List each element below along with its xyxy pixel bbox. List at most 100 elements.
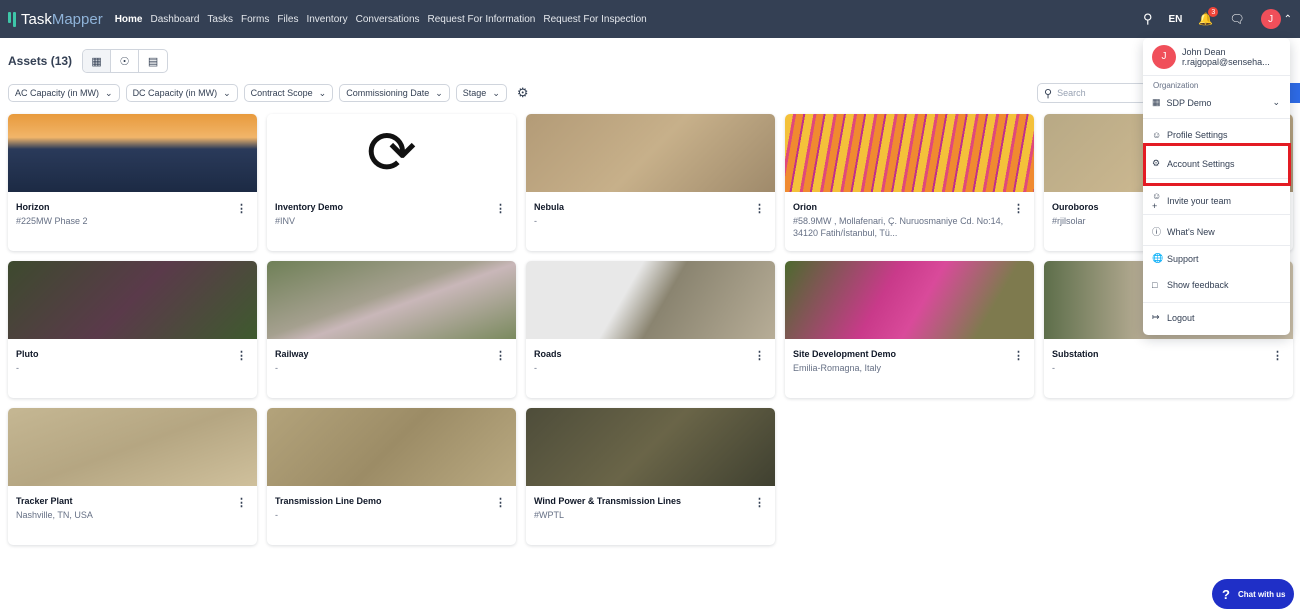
more-options-icon[interactable]: ⋮ — [1272, 349, 1283, 362]
chevron-up-icon: ⌃ — [1283, 13, 1292, 25]
more-options-icon[interactable]: ⋮ — [754, 349, 765, 362]
filter-contract-scope[interactable]: Contract Scope ⌄ — [243, 84, 334, 102]
asset-card[interactable]: Tracker Plant Nashville, TN, USA ⋮ — [8, 408, 257, 545]
search-placeholder: Search — [1057, 88, 1086, 98]
asset-description: #58.9MW , Mollafenari, Ç. Nuruosmaniye C… — [793, 216, 1004, 238]
asset-name: Site Development Demo — [793, 349, 897, 359]
more-options-icon[interactable]: ⋮ — [495, 202, 506, 215]
asset-thumbnail: ⟳ — [267, 114, 516, 192]
table-view-button[interactable]: ▤ — [139, 50, 167, 72]
map-view-button[interactable]: ☉ — [111, 50, 140, 72]
chevron-down-icon: ⌄ — [318, 87, 327, 98]
logo[interactable]: TaskMapper — [8, 11, 103, 28]
view-toggle: ▦ ☉ ▤ — [82, 49, 169, 73]
asset-card[interactable]: Roads - ⋮ — [526, 261, 775, 398]
invite-user-icon: ☺+ — [1152, 191, 1162, 211]
filter-dc-capacity-in-mw-[interactable]: DC Capacity (in MW) ⌄ — [125, 84, 238, 102]
asset-name: Orion — [793, 202, 817, 212]
asset-card[interactable]: Orion #58.9MW , Mollafenari, Ç. Nuruosman… — [785, 114, 1034, 251]
filter-stage[interactable]: Stage ⌄ — [455, 84, 507, 102]
asset-thumbnail — [8, 408, 257, 486]
asset-card[interactable]: Pluto - ⋮ — [8, 261, 257, 398]
asset-name: Nebula — [534, 202, 565, 212]
menu-item-what-s-new[interactable]: ⓘ What's New — [1152, 225, 1215, 238]
notifications-button[interactable]: 🔔 3 — [1198, 7, 1219, 26]
asset-description: #INV — [275, 216, 296, 226]
asset-thumbnail — [785, 114, 1034, 192]
nav-forms[interactable]: Forms — [241, 14, 269, 25]
asset-card[interactable]: Site Development Demo Emilia-Romagna, Ita… — [785, 261, 1034, 398]
asset-description: - — [275, 510, 278, 520]
more-options-icon[interactable]: ⋮ — [236, 202, 247, 215]
divider — [1143, 302, 1290, 303]
search-icon[interactable]: ⚲ — [1143, 11, 1153, 27]
asset-card[interactable]: Transmission Line Demo - ⋮ — [267, 408, 516, 545]
language-button[interactable]: EN — [1169, 14, 1183, 25]
user-menu-button[interactable]: J ⌃ — [1260, 9, 1292, 29]
menu-item-label: What's New — [1167, 226, 1215, 237]
page-title: Assets (13) — [8, 54, 73, 68]
asset-description: - — [1052, 363, 1055, 373]
logout-icon: ↦ — [1152, 312, 1160, 322]
divider — [1143, 214, 1290, 215]
filter-label: DC Capacity (in MW) — [132, 88, 218, 98]
asset-card[interactable]: Wind Power & Transmission Lines #WPTL ⋮ — [526, 408, 775, 545]
avatar: J — [1260, 9, 1281, 29]
asset-card[interactable]: Railway - ⋮ — [267, 261, 516, 398]
asset-thumbnail — [8, 261, 257, 339]
asset-card[interactable]: Horizon #225MW Phase 2 ⋮ — [8, 114, 257, 251]
chevron-down-icon: ⌄ — [223, 87, 231, 98]
help-icon: ? — [1222, 586, 1230, 602]
filter-label: Contract Scope — [250, 88, 313, 98]
more-options-icon[interactable]: ⋮ — [236, 349, 247, 362]
search-input[interactable]: ⚲ Search — [1037, 83, 1147, 103]
nav-tasks[interactable]: Tasks — [207, 14, 233, 25]
menu-item-label: Support — [1167, 253, 1199, 264]
more-options-icon[interactable]: ⋮ — [495, 496, 506, 509]
asset-card[interactable]: Nebula - ⋮ — [526, 114, 775, 251]
more-options-icon[interactable]: ⋮ — [754, 202, 765, 215]
filter-label: AC Capacity (in MW) — [15, 88, 100, 98]
menu-item-logout[interactable]: ↦ Logout — [1152, 312, 1195, 323]
settings-gear-icon[interactable]: ⚙ — [517, 85, 529, 101]
menu-item-profile-settings[interactable]: ☺ Profile Settings — [1152, 130, 1228, 140]
nav-request-for-information[interactable]: Request For Information — [428, 14, 536, 25]
logo-icon — [8, 11, 16, 27]
more-options-icon[interactable]: ⋮ — [1013, 202, 1024, 215]
grid-view-button[interactable]: ▦ — [83, 50, 112, 72]
menu-item-support[interactable]: 🌐 Support — [1152, 253, 1199, 264]
nav-home[interactable]: Home — [115, 14, 143, 25]
filter-label: Commissioning Date — [346, 88, 430, 98]
menu-item-show-feedback[interactable]: □ Show feedback — [1152, 280, 1229, 290]
asset-description: Emilia-Romagna, Italy — [793, 363, 882, 373]
asset-description: #WPTL — [534, 510, 565, 520]
asset-description: - — [534, 216, 537, 226]
more-options-icon[interactable]: ⋮ — [754, 496, 765, 509]
organization-select[interactable]: ▦ SDP Demo ⌄ — [1152, 97, 1280, 108]
chat-icon[interactable]: 🗨 — [1229, 12, 1244, 26]
filter-commissioning-date[interactable]: Commissioning Date ⌄ — [339, 84, 450, 102]
asset-thumbnail — [526, 114, 775, 192]
menu-item-label: Profile Settings — [1167, 130, 1228, 140]
asset-card[interactable]: ⟳ Inventory Demo #INV ⋮ — [267, 114, 516, 251]
nav-request-for-inspection[interactable]: Request For Inspection — [543, 14, 646, 25]
chat-with-us-button[interactable]: ? Chat with us — [1212, 579, 1294, 609]
user-dropdown-menu: J John Dean r.rajgopal@senseha... Organiz… — [1143, 38, 1290, 335]
filter-ac-capacity-in-mw-[interactable]: AC Capacity (in MW) ⌄ — [8, 84, 120, 102]
more-options-icon[interactable]: ⋮ — [495, 349, 506, 362]
asset-name: Roads — [534, 349, 562, 359]
nav-conversations[interactable]: Conversations — [356, 14, 420, 25]
more-options-icon[interactable]: ⋮ — [1013, 349, 1024, 362]
more-options-icon[interactable]: ⋮ — [236, 496, 247, 509]
asset-name: Inventory Demo — [275, 202, 344, 212]
asset-thumbnail — [526, 261, 775, 339]
nav-files[interactable]: Files — [277, 14, 298, 25]
asset-description: - — [275, 363, 278, 373]
nav-inventory[interactable]: Inventory — [306, 14, 347, 25]
nav-dashboard[interactable]: Dashboard — [151, 14, 200, 25]
asset-name: Ouroboros — [1052, 202, 1099, 212]
menu-item-label: Show feedback — [1167, 280, 1229, 290]
user-name: John Dean — [1182, 46, 1226, 57]
chat-label: Chat with us — [1237, 589, 1286, 599]
menu-item-invite-your-team[interactable]: ☺+ Invite your team — [1152, 191, 1231, 211]
